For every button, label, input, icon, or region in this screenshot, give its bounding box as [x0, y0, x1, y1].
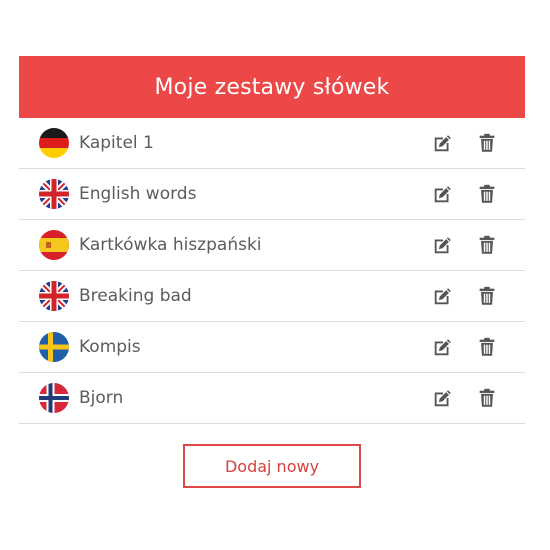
panel-header: Moje zestawy słówek [19, 56, 525, 118]
edit-icon[interactable] [432, 132, 454, 154]
norway-flag-icon [39, 383, 69, 413]
uk-flag-icon [39, 179, 69, 209]
add-new-button[interactable]: Dodaj nowy [183, 444, 361, 488]
spain-flag-icon [39, 230, 69, 260]
edit-icon[interactable] [432, 183, 454, 205]
set-row[interactable]: Bjorn [19, 373, 525, 424]
set-row[interactable]: English words [19, 169, 525, 220]
set-row[interactable]: Kompis [19, 322, 525, 373]
set-name[interactable]: Kompis [79, 322, 141, 372]
trash-icon[interactable] [476, 183, 498, 205]
edit-icon[interactable] [432, 336, 454, 358]
set-name[interactable]: Breaking bad [79, 271, 192, 321]
trash-icon[interactable] [476, 234, 498, 256]
trash-icon[interactable] [476, 132, 498, 154]
panel-title: Moje zestawy słówek [154, 74, 390, 100]
set-name[interactable]: Kapitel 1 [79, 118, 154, 168]
edit-icon[interactable] [432, 387, 454, 409]
edit-icon[interactable] [432, 285, 454, 307]
uk-flag-icon [39, 281, 69, 311]
edit-icon[interactable] [432, 234, 454, 256]
add-button-container: Dodaj nowy [19, 444, 525, 488]
set-row[interactable]: Kartkówka hiszpański [19, 220, 525, 271]
vocabulary-sets-panel: Moje zestawy słówek Kapitel 1 English wo… [19, 56, 525, 488]
trash-icon[interactable] [476, 387, 498, 409]
sweden-flag-icon [39, 332, 69, 362]
set-row[interactable]: Kapitel 1 [19, 118, 525, 169]
set-name[interactable]: English words [79, 169, 196, 219]
sets-list: Kapitel 1 English words Kartkówka hiszpa… [19, 118, 525, 424]
trash-icon[interactable] [476, 285, 498, 307]
germany-flag-icon [39, 128, 69, 158]
set-name[interactable]: Kartkówka hiszpański [79, 220, 262, 270]
trash-icon[interactable] [476, 336, 498, 358]
set-row[interactable]: Breaking bad [19, 271, 525, 322]
set-name[interactable]: Bjorn [79, 373, 123, 423]
